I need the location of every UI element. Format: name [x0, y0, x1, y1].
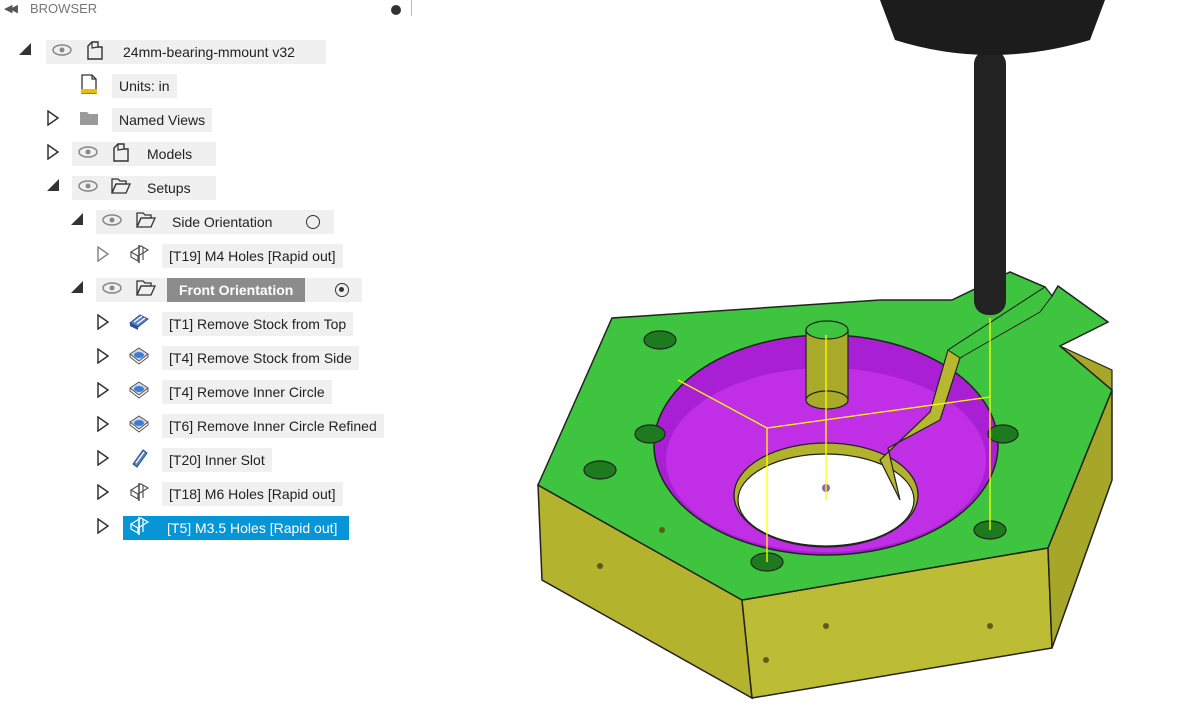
active-setup-radio[interactable] — [335, 283, 349, 297]
eye-icon[interactable] — [102, 274, 122, 300]
pocket-operation-icon — [128, 410, 150, 436]
drill-operation-icon — [128, 512, 150, 538]
eye-icon[interactable] — [52, 36, 72, 62]
open-folder-icon — [110, 172, 132, 198]
tree-node-named-views[interactable]: Named Views — [0, 104, 420, 132]
collapsed-arrow-icon[interactable] — [96, 512, 110, 538]
tree-node-t4-remove-inner-circle[interactable]: [T4] Remove Inner Circle — [0, 376, 420, 404]
tree-label-units: Units: in — [112, 74, 177, 98]
tree-label-root: 24mm-bearing-mmount v32 — [123, 44, 295, 60]
eye-icon[interactable] — [78, 172, 98, 198]
collapsed-arrow-icon[interactable] — [46, 138, 60, 164]
open-folder-icon — [135, 206, 157, 232]
tree-node-front-orientation[interactable]: Front Orientation — [0, 274, 420, 302]
drill-operation-icon — [128, 240, 150, 266]
collapsed-arrow-icon[interactable] — [96, 342, 110, 368]
tree-node-t6-remove-inner-circle-refined[interactable]: [T6] Remove Inner Circle Refined — [0, 410, 420, 438]
expanded-arrow-icon[interactable] — [70, 206, 84, 232]
collapsed-arrow-icon[interactable] — [96, 410, 110, 436]
tree-label-named-views: Named Views — [112, 108, 213, 132]
expanded-arrow-icon[interactable] — [70, 274, 84, 300]
spindle-holder — [880, 0, 1105, 55]
eye-icon[interactable] — [102, 206, 122, 232]
post — [805, 329, 849, 401]
hole — [583, 460, 617, 480]
double-left-arrow-icon[interactable]: ◀◀ — [4, 2, 18, 15]
tree-label-op: [T19] M4 Holes [Rapid out] — [162, 244, 343, 268]
cam-model-render[interactable] — [430, 0, 1192, 714]
tree-node-t5-m35-holes[interactable]: [T5] M3.5 Holes [Rapid out] — [0, 512, 420, 540]
tree-label-op: [T18] M6 Holes [Rapid out] — [162, 482, 343, 506]
tree-label-models: Models — [147, 146, 193, 162]
tree-label-op: [T4] Remove Inner Circle — [162, 380, 332, 404]
browser-options-icon[interactable] — [391, 5, 401, 15]
collapsed-arrow-icon[interactable] — [96, 444, 110, 470]
document-icon — [78, 70, 100, 96]
slot-operation-icon — [128, 444, 150, 470]
tree-node-t4-remove-stock-side[interactable]: [T4] Remove Stock from Side — [0, 342, 420, 370]
collapsed-arrow-icon[interactable] — [46, 104, 60, 130]
tree-node-setups[interactable]: Setups — [0, 172, 420, 200]
open-folder-icon — [135, 274, 157, 300]
browser-header: ◀◀ BROWSER — [0, 0, 420, 20]
tree-node-t1-remove-stock-top[interactable]: [T1] Remove Stock from Top — [0, 308, 420, 336]
component-icon — [84, 36, 106, 62]
milling-tool — [974, 50, 1006, 315]
tree-node-t18-m6-holes[interactable]: [T18] M6 Holes [Rapid out] — [0, 478, 420, 506]
tree-label-op: [T4] Remove Stock from Side — [162, 346, 359, 370]
tree-node-models[interactable]: Models — [0, 138, 420, 166]
expanded-arrow-icon[interactable] — [46, 172, 60, 198]
eye-icon[interactable] — [78, 138, 98, 164]
browser-resize-handle[interactable] — [411, 0, 412, 16]
hole — [643, 330, 677, 350]
drill-operation-icon — [128, 478, 150, 504]
pocket-operation-icon — [128, 342, 150, 368]
browser-title: BROWSER — [30, 1, 98, 16]
folder-icon — [78, 104, 100, 130]
tree-node-t19-m4-holes[interactable]: [T19] M4 Holes [Rapid out] — [0, 240, 420, 268]
collapsed-arrow-icon[interactable] — [96, 308, 110, 334]
collapsed-arrow-icon[interactable] — [96, 478, 110, 504]
tree-label-op: [T6] Remove Inner Circle Refined — [162, 414, 384, 438]
tree-label-op: [T20] Inner Slot — [162, 448, 272, 472]
tree-label-op-selected: [T5] M3.5 Holes [Rapid out] — [161, 516, 350, 540]
tree-label-setups: Setups — [147, 180, 191, 196]
hole — [987, 424, 1019, 444]
collapsed-arrow-icon[interactable] — [96, 240, 110, 266]
activate-setup-radio[interactable] — [306, 215, 320, 229]
tree-label-side-orientation: Side Orientation — [172, 214, 273, 230]
tree-node-units[interactable]: Units: in — [0, 70, 420, 98]
collapsed-arrow-icon[interactable] — [96, 376, 110, 402]
tree-label-front-orientation: Front Orientation — [167, 278, 306, 302]
hole — [634, 424, 666, 444]
tree-node-side-orientation[interactable]: Side Orientation — [0, 206, 420, 234]
tree-node-root[interactable]: 24mm-bearing-mmount v32 — [0, 36, 420, 64]
component-icon — [110, 138, 132, 164]
face-operation-icon — [128, 308, 150, 334]
tree-label-op: [T1] Remove Stock from Top — [162, 312, 354, 336]
tree-node-t20-inner-slot[interactable]: [T20] Inner Slot — [0, 444, 420, 472]
expanded-arrow-icon[interactable] — [18, 36, 32, 62]
pocket-operation-icon — [128, 376, 150, 402]
3d-viewport[interactable] — [430, 0, 1192, 714]
